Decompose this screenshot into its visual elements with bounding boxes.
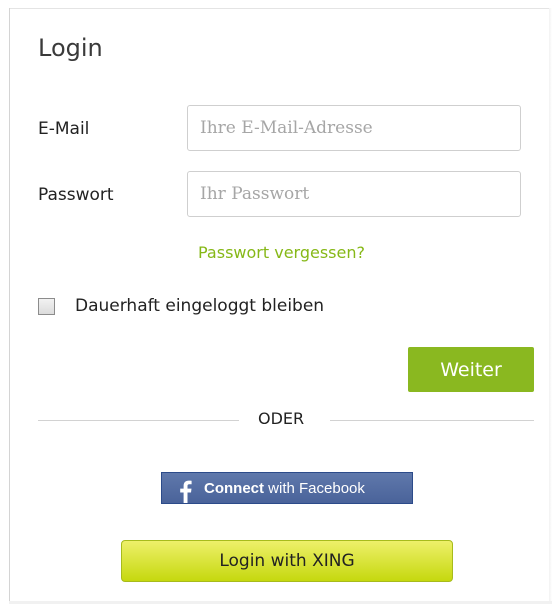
forgot-password-link[interactable]: Passwort vergessen? <box>198 243 365 262</box>
login-panel: Login E-Mail Passwort Passwort vergessen… <box>0 0 552 604</box>
facebook-f-icon <box>172 473 198 503</box>
email-label: E-Mail <box>38 119 90 139</box>
facebook-connect-text: Connect <box>204 479 264 497</box>
submit-button[interactable]: Weiter <box>408 347 534 392</box>
facebook-with-text: with Facebook <box>264 479 365 497</box>
panel-top-border <box>9 8 552 9</box>
divider-or-label: ODER <box>258 409 305 428</box>
password-input[interactable] <box>187 171 521 217</box>
xing-login-button[interactable]: Login with XING <box>121 540 453 582</box>
divider-line-right <box>330 420 534 421</box>
password-label: Passwort <box>38 185 114 205</box>
facebook-connect-label: Connect with Facebook <box>204 480 365 497</box>
email-input[interactable] <box>187 105 521 151</box>
panel-left-border <box>9 8 10 604</box>
divider-line-left <box>38 420 239 421</box>
facebook-connect-button[interactable]: Connect with Facebook <box>161 472 413 504</box>
remember-me-label[interactable]: Dauerhaft eingeloggt bleiben <box>75 296 324 316</box>
login-title: Login <box>38 34 103 62</box>
remember-me-checkbox[interactable] <box>38 297 55 315</box>
remember-me-row: Dauerhaft eingeloggt bleiben <box>38 294 324 318</box>
